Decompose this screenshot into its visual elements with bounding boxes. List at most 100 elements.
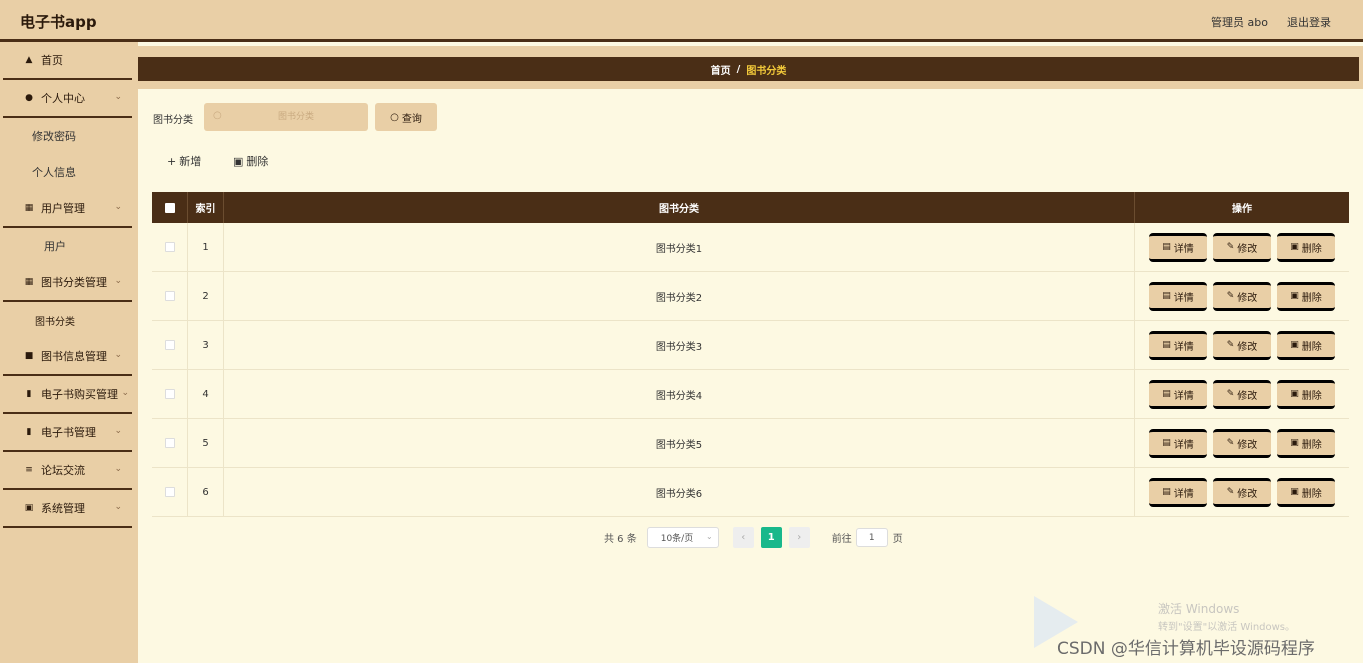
sidebar-subitem-personal-info[interactable]: 个人信息 (0, 154, 138, 190)
sidebar-subitem-label: 修改密码 (32, 130, 76, 143)
chevron-left-icon: ‹ (741, 532, 746, 543)
row-checkbox[interactable] (164, 242, 175, 252)
trash-icon: ▣ (1290, 242, 1299, 252)
row-checkbox-cell (152, 272, 188, 320)
category-table: 索引 图书分类 操作 1 图书分类1 ▤ 详情 ✎ 修改 ▣ 删除 2 图书分类2 ▤ 详情 ✎ 修改 ▣ 删… (152, 192, 1349, 517)
detail-button[interactable]: ▤ 详情 (1149, 232, 1207, 262)
chevron-down-icon: ⌄ (114, 464, 122, 474)
delete-button[interactable]: ▣ 删除 (1277, 232, 1335, 262)
breadcrumb-home[interactable]: 首页 (711, 62, 731, 77)
sidebar-item-label: 电子书购买管理 (41, 388, 118, 401)
table-row: 4 图书分类4 ▤ 详情 ✎ 修改 ▣ 删除 (152, 370, 1349, 419)
chevron-right-icon: › (797, 532, 802, 543)
edit-button[interactable]: ✎ 修改 (1213, 379, 1271, 409)
detail-button-label: 详情 (1173, 488, 1194, 500)
page-size-select[interactable]: 10条/页 ⌄ (646, 527, 719, 548)
prev-page-button[interactable]: ‹ (732, 527, 754, 548)
sidebar-item-user-mgmt[interactable]: ▦ 用户管理 ⌄ (3, 190, 132, 228)
trash-icon: ▣ (1290, 438, 1299, 448)
row-category-name: 图书分类5 (224, 419, 1135, 467)
delete-button-label: 删除 (1301, 243, 1322, 255)
sidebar-item-purchase[interactable]: ▮ 电子书购买管理 ⌄ (3, 376, 132, 414)
sidebar-item-personal[interactable]: ● 个人中心 ⌄ (3, 80, 132, 118)
book-icon: ▮ (26, 427, 32, 437)
csdn-watermark: CSDN @华信计算机毕设源码程序 (1057, 639, 1315, 659)
sidebar-item-ebook[interactable]: ▮ 电子书管理 ⌄ (3, 414, 132, 452)
edit-button[interactable]: ✎ 修改 (1213, 428, 1271, 458)
row-checkbox[interactable] (164, 389, 175, 399)
table-row: 2 图书分类2 ▤ 详情 ✎ 修改 ▣ 删除 (152, 272, 1349, 321)
edit-button[interactable]: ✎ 修改 (1213, 330, 1271, 360)
detail-button[interactable]: ▤ 详情 (1149, 428, 1207, 458)
sidebar-item-forum[interactable]: ≡ 论坛交流 ⌄ (3, 452, 132, 490)
document-icon: ▤ (1162, 242, 1171, 252)
row-category-name: 图书分类3 (224, 321, 1135, 369)
row-checkbox[interactable] (164, 340, 175, 350)
sidebar-item-system[interactable]: ▣ 系统管理 ⌄ (3, 490, 132, 528)
sidebar-item-label: 用户管理 (41, 202, 85, 215)
current-page-button[interactable]: 1 (760, 527, 782, 548)
row-index: 6 (188, 468, 224, 516)
row-checkbox-cell (152, 223, 188, 271)
query-button[interactable]: ○ 查询 (375, 103, 437, 131)
delete-button[interactable]: ▣ 删除 (1277, 477, 1335, 507)
sidebar: ▲ 首页 ● 个人中心 ⌄ 修改密码 个人信息 ▦ 用户管理 ⌄ 用户 ▦ 图书… (0, 42, 138, 663)
goto-page-input[interactable] (855, 528, 888, 547)
edit-button[interactable]: ✎ 修改 (1213, 281, 1271, 311)
sidebar-item-label: 论坛交流 (41, 464, 85, 477)
column-header-actions: 操作 (1232, 204, 1252, 215)
app-title: 电子书app (20, 13, 97, 31)
trash-icon: ▣ (1290, 340, 1299, 350)
delete-button-label: 删除 (1301, 390, 1322, 402)
row-actions: ▤ 详情 ✎ 修改 ▣ 删除 (1135, 223, 1349, 271)
add-button[interactable]: + 新增 (167, 153, 201, 169)
select-all-checkbox[interactable] (164, 202, 175, 213)
detail-button[interactable]: ▤ 详情 (1149, 477, 1207, 507)
document-icon: ▤ (1162, 389, 1171, 399)
sidebar-subitem-label: 个人信息 (32, 166, 76, 179)
pencil-icon: ✎ (1226, 438, 1235, 448)
sidebar-subitem-users[interactable]: 用户 (0, 228, 138, 264)
table-header: 索引 图书分类 操作 (152, 192, 1349, 223)
row-index: 5 (188, 419, 224, 467)
edit-button[interactable]: ✎ 修改 (1213, 232, 1271, 262)
edit-button[interactable]: ✎ 修改 (1213, 477, 1271, 507)
delete-button[interactable]: ▣ 删除 (1277, 281, 1335, 311)
chevron-down-icon: ⌄ (114, 92, 122, 102)
sidebar-subitem-change-password[interactable]: 修改密码 (0, 118, 138, 154)
row-checkbox[interactable] (164, 438, 175, 448)
sidebar-item-label: 系统管理 (41, 502, 85, 515)
delete-button[interactable]: ▣ 删除 (1277, 330, 1335, 360)
bulk-delete-button[interactable]: ▣ 删除 (233, 153, 268, 169)
logout-link[interactable]: 退出登录 (1287, 14, 1331, 30)
detail-button[interactable]: ▤ 详情 (1149, 330, 1207, 360)
delete-button-label: 删除 (1301, 488, 1322, 500)
pencil-icon: ✎ (1226, 340, 1235, 350)
chevron-down-icon: ⌄ (114, 202, 122, 212)
next-page-button[interactable]: › (788, 527, 810, 548)
sidebar-item-home[interactable]: ▲ 首页 (3, 42, 132, 80)
pencil-icon: ✎ (1226, 291, 1235, 301)
forum-icon: ≡ (25, 465, 33, 475)
delete-button-label: 删除 (1301, 439, 1322, 451)
chevron-down-icon: ⌄ (114, 426, 122, 436)
detail-button[interactable]: ▤ 详情 (1149, 379, 1207, 409)
edit-button-label: 修改 (1237, 243, 1258, 255)
sidebar-item-book-info[interactable]: ■ 图书信息管理 ⌄ (3, 338, 132, 376)
row-index: 2 (188, 272, 224, 320)
row-checkbox[interactable] (164, 291, 175, 301)
sidebar-item-category-mgmt[interactable]: ▦ 图书分类管理 ⌄ (3, 264, 132, 302)
row-checkbox[interactable] (164, 487, 175, 497)
chevron-down-icon: ⌄ (114, 276, 122, 286)
windows-activation-title: 激活 Windows (1158, 602, 1240, 616)
document-icon: ▤ (1162, 438, 1171, 448)
search-input[interactable] (226, 103, 366, 131)
home-icon: ▲ (25, 55, 33, 65)
chevron-down-icon: ⌄ (114, 502, 122, 512)
sidebar-subitem-book-category[interactable]: 图书分类 (0, 302, 138, 338)
delete-button[interactable]: ▣ 删除 (1277, 428, 1335, 458)
delete-button[interactable]: ▣ 删除 (1277, 379, 1335, 409)
row-checkbox-cell (152, 370, 188, 418)
chevron-down-icon: ⌄ (114, 350, 122, 360)
detail-button[interactable]: ▤ 详情 (1149, 281, 1207, 311)
